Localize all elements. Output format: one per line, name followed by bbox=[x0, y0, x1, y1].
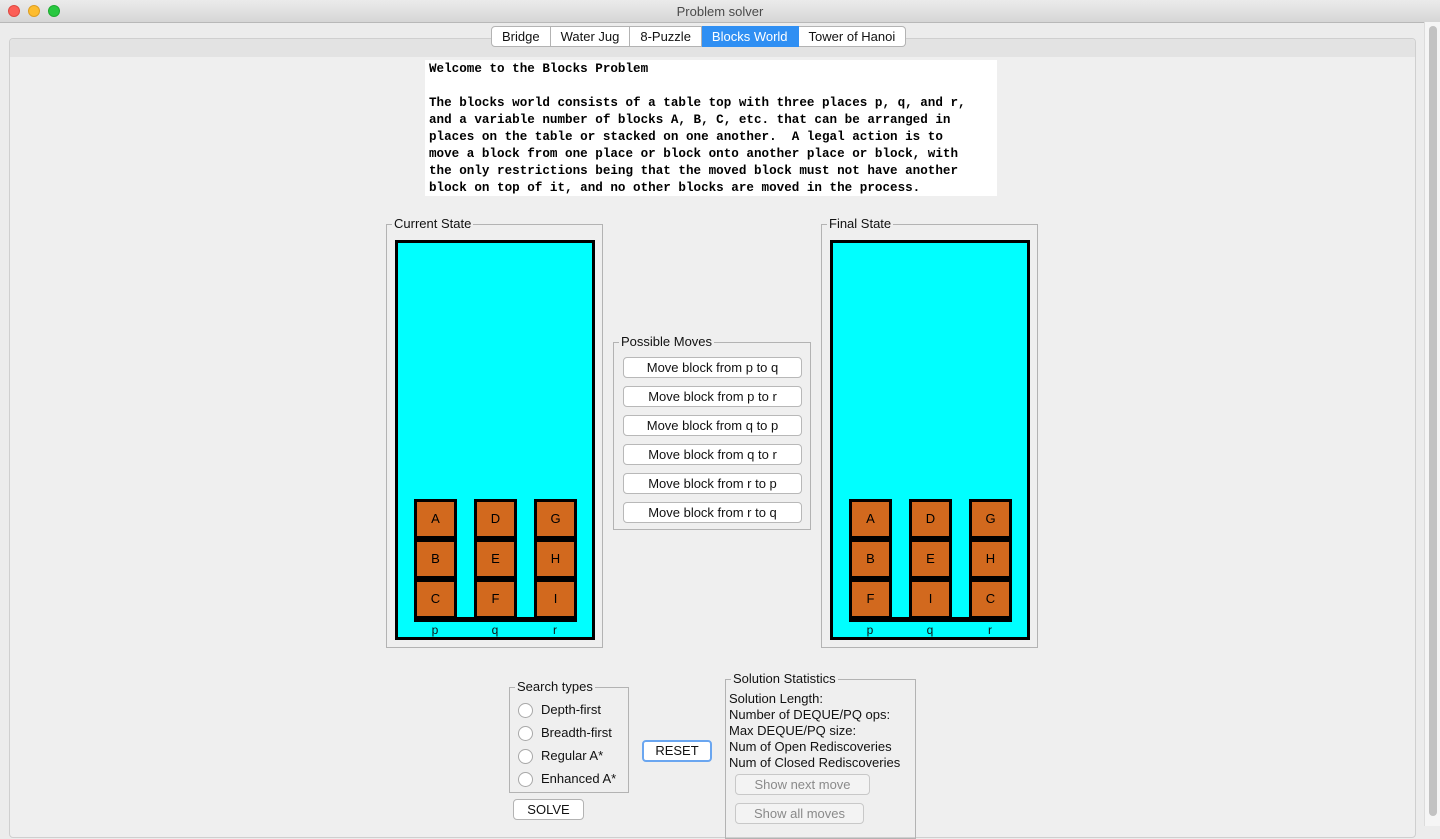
radio-button-icon[interactable] bbox=[518, 703, 533, 718]
radio-label: Regular A* bbox=[541, 748, 604, 763]
block: C bbox=[969, 579, 1012, 619]
move-r-to-q-button[interactable]: Move block from r to q bbox=[623, 502, 802, 523]
block: H bbox=[969, 539, 1012, 579]
possible-moves-label: Possible Moves bbox=[619, 334, 715, 350]
tab-bridge[interactable]: Bridge bbox=[491, 26, 551, 47]
stat-closed-rediscoveries: Num of Closed Rediscoveries bbox=[729, 755, 901, 770]
place-label-p: p bbox=[866, 623, 874, 637]
tab-blocks-world[interactable]: Blocks World bbox=[701, 26, 799, 47]
scrollbar-thumb[interactable] bbox=[1429, 26, 1437, 816]
block: A bbox=[849, 499, 892, 539]
final-state-board: A B F D E I G H C p q r bbox=[830, 240, 1030, 640]
block[interactable]: B bbox=[414, 539, 457, 579]
block[interactable]: D bbox=[474, 499, 517, 539]
stat-deque-ops: Number of DEQUE/PQ ops: bbox=[729, 707, 891, 722]
move-p-to-q-button[interactable]: Move block from p to q bbox=[623, 357, 802, 378]
problem-tabs: Bridge Water Jug 8-Puzzle Blocks World T… bbox=[491, 26, 907, 47]
move-q-to-p-button[interactable]: Move block from q to p bbox=[623, 415, 802, 436]
reset-button[interactable]: RESET bbox=[642, 740, 712, 762]
window-title: Problem solver bbox=[676, 4, 764, 19]
place-label-r: r bbox=[988, 623, 992, 637]
block[interactable]: F bbox=[474, 579, 517, 619]
stat-open-rediscoveries: Num of Open Rediscoveries bbox=[729, 739, 892, 754]
title-bar: Problem solver bbox=[0, 0, 1440, 23]
block[interactable]: H bbox=[534, 539, 577, 579]
block: G bbox=[969, 499, 1012, 539]
search-types-label: Search types bbox=[515, 679, 595, 695]
show-next-move-button[interactable]: Show next move bbox=[735, 774, 870, 795]
stat-solution-length: Solution Length: bbox=[729, 691, 823, 706]
table-base bbox=[414, 617, 577, 622]
block: D bbox=[909, 499, 952, 539]
place-label-q: q bbox=[926, 623, 934, 637]
tab-water-jug[interactable]: Water Jug bbox=[550, 26, 631, 47]
current-state-label: Current State bbox=[392, 216, 474, 232]
vertical-scrollbar[interactable] bbox=[1424, 22, 1440, 826]
tab-8-puzzle[interactable]: 8-Puzzle bbox=[630, 26, 702, 47]
table-base bbox=[849, 617, 1012, 622]
radio-label: Depth-first bbox=[541, 702, 601, 717]
block: I bbox=[909, 579, 952, 619]
tab-tower-of-hanoi[interactable]: Tower of Hanoi bbox=[798, 26, 907, 47]
possible-moves-group: Possible Moves Move block from p to q Mo… bbox=[613, 334, 811, 530]
show-all-moves-button[interactable]: Show all moves bbox=[735, 803, 864, 824]
problem-description: Welcome to the Blocks Problem The blocks… bbox=[425, 60, 997, 196]
stat-max-deque-size: Max DEQUE/PQ size: bbox=[729, 723, 857, 738]
block[interactable]: C bbox=[414, 579, 457, 619]
block: E bbox=[909, 539, 952, 579]
move-q-to-r-button[interactable]: Move block from q to r bbox=[623, 444, 802, 465]
place-label-p: p bbox=[431, 623, 439, 637]
block: F bbox=[849, 579, 892, 619]
block[interactable]: G bbox=[534, 499, 577, 539]
search-types-group: Search types Depth-first Breadth-first R… bbox=[509, 679, 629, 793]
block[interactable]: E bbox=[474, 539, 517, 579]
radio-button-icon[interactable] bbox=[518, 772, 533, 787]
radio-button-icon[interactable] bbox=[518, 726, 533, 741]
block: B bbox=[849, 539, 892, 579]
block[interactable]: I bbox=[534, 579, 577, 619]
place-label-r: r bbox=[553, 623, 557, 637]
block[interactable]: A bbox=[414, 499, 457, 539]
solve-button[interactable]: SOLVE bbox=[513, 799, 584, 820]
current-state-group: Current State A B C D E F G H I p q r bbox=[386, 216, 603, 648]
radio-label: Breadth-first bbox=[541, 725, 612, 740]
radio-button-icon[interactable] bbox=[518, 749, 533, 764]
move-p-to-r-button[interactable]: Move block from p to r bbox=[623, 386, 802, 407]
solution-statistics-label: Solution Statistics bbox=[731, 671, 838, 687]
move-r-to-p-button[interactable]: Move block from r to p bbox=[623, 473, 802, 494]
solution-statistics-group: Solution Statistics Solution Length: Num… bbox=[725, 671, 916, 839]
final-state-label: Final State bbox=[827, 216, 894, 232]
final-state-group: Final State A B F D E I G H C p q r bbox=[821, 216, 1038, 648]
radio-label: Enhanced A* bbox=[541, 771, 617, 786]
current-state-board: A B C D E F G H I p q r bbox=[395, 240, 595, 640]
place-label-q: q bbox=[491, 623, 499, 637]
